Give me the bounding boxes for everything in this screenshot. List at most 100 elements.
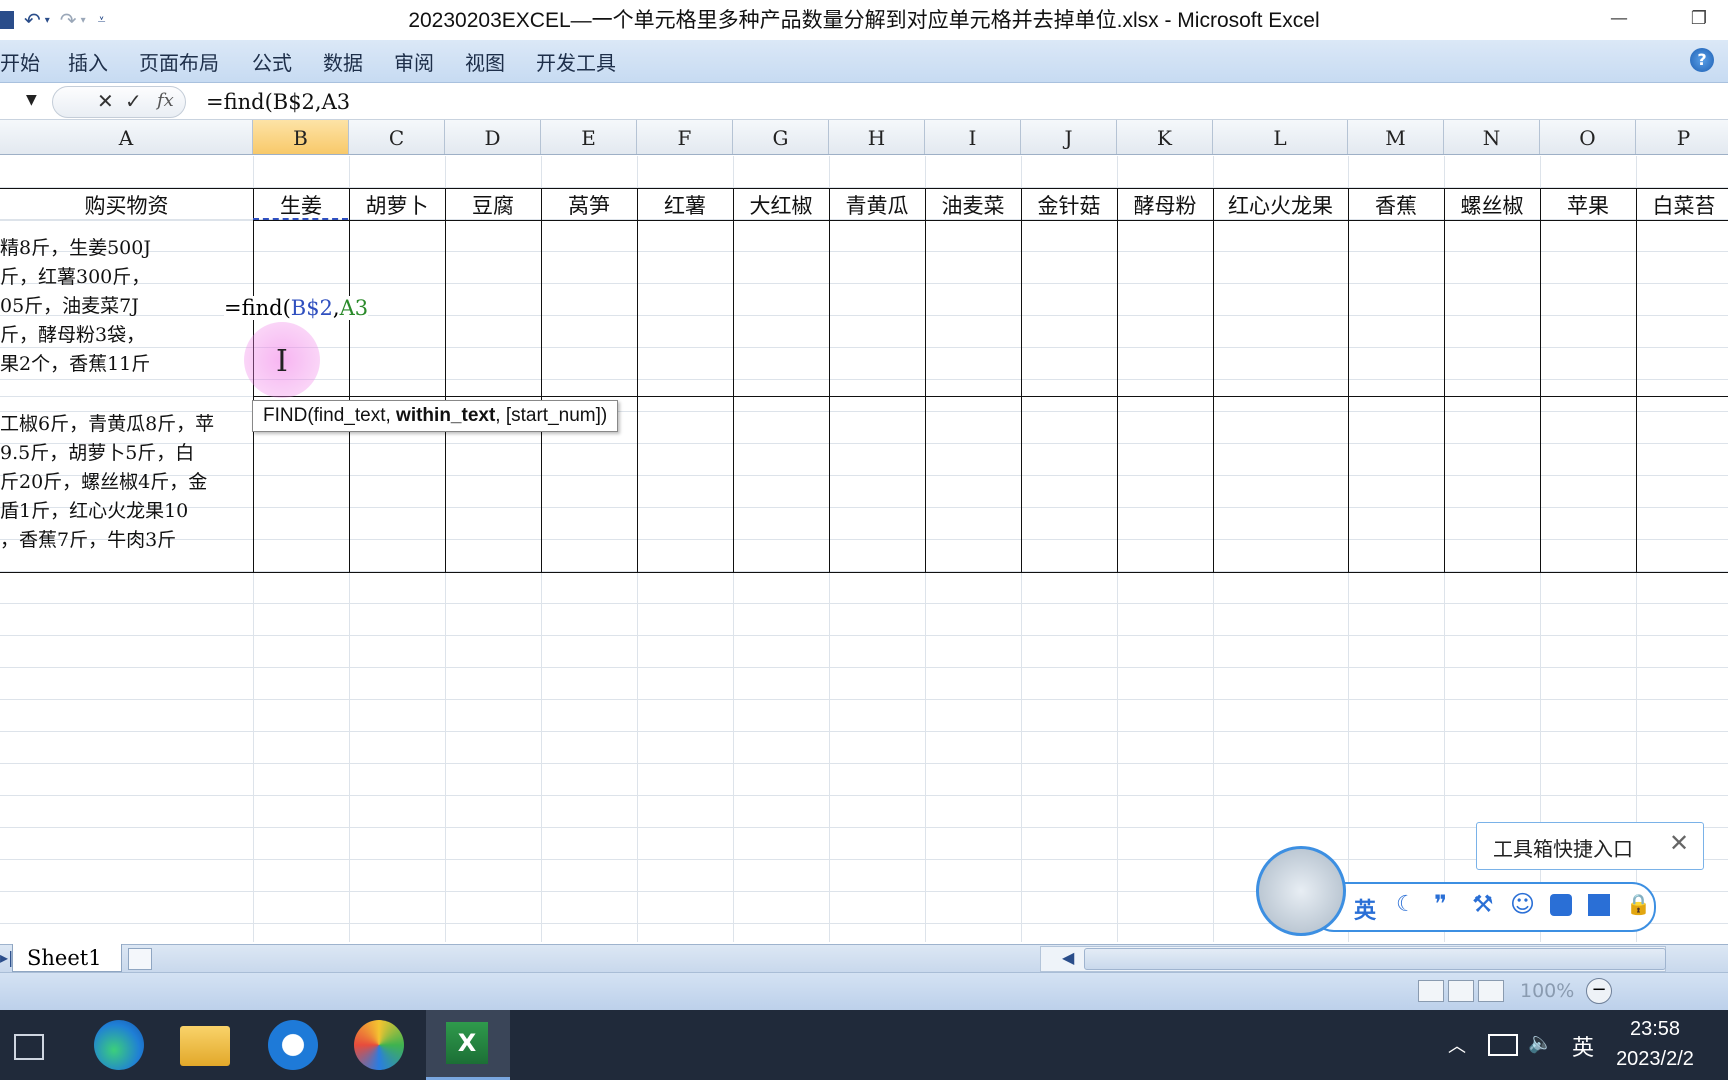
gridline: [0, 635, 1728, 636]
cell-b3-editor[interactable]: =find(B$2,A3: [224, 296, 369, 320]
cell-n2[interactable]: 螺丝椒: [1444, 188, 1540, 222]
file-explorer-icon[interactable]: [180, 1026, 230, 1066]
ime-avatar[interactable]: [1256, 846, 1346, 936]
page-layout-view-icon[interactable]: [1448, 980, 1474, 1002]
column-header-g[interactable]: G: [733, 120, 829, 154]
tray-expand-icon[interactable]: ︿: [1448, 1032, 1466, 1058]
restore-button[interactable]: ❐: [1682, 4, 1716, 34]
cell-a4[interactable]: 工椒6斤，青黄瓜8斤，苹 9.5斤，胡萝卜5斤，白 斤20斤，螺丝椒4斤，金 盾…: [0, 410, 214, 555]
tab-insert[interactable]: 插入: [68, 40, 108, 82]
close-icon[interactable]: ✕: [1669, 829, 1689, 857]
tab-page-layout[interactable]: 页面布局: [139, 40, 219, 82]
column-header-e[interactable]: E: [541, 120, 637, 154]
table-border: [829, 188, 830, 572]
wrench-icon[interactable]: ⚒: [1472, 890, 1494, 918]
ie-icon[interactable]: [268, 1020, 318, 1070]
excel-taskbar-button[interactable]: X: [426, 1010, 510, 1080]
cell-p2[interactable]: 白菜苔: [1636, 188, 1728, 222]
function-tooltip: FIND(find_text, within_text, [start_num]…: [252, 400, 619, 432]
ime-lang-toggle[interactable]: 英: [1354, 893, 1376, 925]
minimize-button[interactable]: —: [1602, 4, 1636, 34]
help-icon[interactable]: ?: [1690, 48, 1714, 72]
tab-review[interactable]: 审阅: [394, 40, 434, 82]
cell-d2[interactable]: 豆腐: [445, 188, 541, 222]
enter-icon[interactable]: ✓: [125, 89, 142, 113]
normal-view-icon[interactable]: [1418, 980, 1444, 1002]
column-header-i[interactable]: I: [925, 120, 1021, 154]
cell-j2[interactable]: 金针菇: [1021, 188, 1117, 222]
cell-o2[interactable]: 苹果: [1540, 188, 1636, 222]
edge-icon[interactable]: [94, 1020, 144, 1070]
column-header-h[interactable]: H: [829, 120, 925, 154]
grid-menu-icon[interactable]: [1588, 894, 1610, 916]
tab-view[interactable]: 视图: [465, 40, 505, 82]
cell-a3[interactable]: 精8斤，生姜500J 斤，红薯300斤， 05斤，油麦菜7J 斤，酵母粉3袋， …: [0, 234, 151, 379]
table-border: [1636, 188, 1637, 572]
scrollbar-thumb[interactable]: [1084, 948, 1666, 970]
column-header-b[interactable]: B: [253, 120, 349, 154]
sheet-tab[interactable]: Sheet1: [12, 944, 122, 972]
name-box-dropdown-icon[interactable]: ▼: [26, 92, 37, 108]
ime-toolbox-tip[interactable]: 工具箱快捷入口 ✕: [1476, 822, 1704, 870]
cell-e2[interactable]: 莴笋: [541, 188, 637, 222]
tab-home[interactable]: 开始: [0, 40, 40, 82]
tray-ime-lang[interactable]: 英: [1572, 1030, 1594, 1062]
cell-h2[interactable]: 青黄瓜: [829, 188, 925, 222]
cell-a3-line: 斤，酵母粉3袋，: [0, 324, 146, 346]
column-header-o[interactable]: O: [1540, 120, 1636, 154]
insert-function-icon[interactable]: fx: [157, 90, 174, 111]
text-cursor-icon: I: [276, 344, 288, 379]
column-header-f[interactable]: F: [637, 120, 733, 154]
task-view-icon[interactable]: [14, 1034, 44, 1060]
cell-m2[interactable]: 香蕉: [1348, 188, 1444, 222]
column-header-m[interactable]: M: [1348, 120, 1444, 154]
scroll-left-icon[interactable]: ◀: [1062, 948, 1074, 967]
table-border: [637, 188, 638, 572]
gridline: [0, 763, 1728, 764]
tab-developer[interactable]: 开发工具: [536, 40, 616, 82]
lock-icon[interactable]: 🔒: [1626, 892, 1651, 916]
table-border: [1213, 188, 1214, 572]
column-header-k[interactable]: K: [1117, 120, 1213, 154]
editor-prefix: =find(: [224, 296, 291, 320]
cell-l2[interactable]: 红心火龙果: [1213, 188, 1348, 222]
column-header-l[interactable]: L: [1213, 120, 1348, 154]
table-border: [1117, 188, 1118, 572]
table-border: [1444, 188, 1445, 572]
moon-icon[interactable]: ☾: [1396, 892, 1416, 917]
cell-c2[interactable]: 胡萝卜: [349, 188, 445, 222]
tab-formulas[interactable]: 公式: [252, 40, 292, 82]
column-header-c[interactable]: C: [349, 120, 445, 154]
column-header-p[interactable]: P: [1636, 120, 1728, 154]
cell-f2[interactable]: 红薯: [637, 188, 733, 222]
column-header-d[interactable]: D: [445, 120, 541, 154]
browser-icon[interactable]: [354, 1020, 404, 1070]
skin-icon[interactable]: [1550, 894, 1572, 916]
column-header-n[interactable]: N: [1444, 120, 1540, 154]
cancel-icon[interactable]: ✕: [97, 89, 114, 113]
network-icon[interactable]: [1488, 1034, 1518, 1056]
table-border: [541, 188, 542, 572]
cell-i2[interactable]: 油麦菜: [925, 188, 1021, 222]
emoji-icon[interactable]: ☺: [1510, 890, 1535, 918]
zoom-level[interactable]: 100%: [1520, 980, 1574, 1002]
insert-sheet-icon[interactable]: [128, 948, 152, 970]
tab-data[interactable]: 数据: [323, 40, 363, 82]
table-border: [1540, 188, 1541, 572]
column-header-j[interactable]: J: [1021, 120, 1117, 154]
formula-input[interactable]: =find(B$2,A3: [206, 86, 350, 116]
table-border: [1348, 188, 1349, 572]
zoom-out-icon[interactable]: −: [1586, 978, 1612, 1004]
column-header-a[interactable]: A: [0, 120, 253, 154]
page-break-view-icon[interactable]: [1478, 980, 1504, 1002]
table-border: [733, 188, 734, 572]
cell-k2[interactable]: 酵母粉: [1117, 188, 1213, 222]
cell-a2[interactable]: 购买物资: [0, 188, 253, 222]
clock-time[interactable]: 23:58: [1600, 1018, 1710, 1041]
punctuation-icon[interactable]: ❞: [1434, 890, 1447, 918]
table-border: [253, 396, 1728, 397]
clock-date[interactable]: 2023/2/2: [1600, 1048, 1710, 1071]
volume-icon[interactable]: 🔈: [1528, 1030, 1553, 1054]
cell-g2[interactable]: 大红椒: [733, 188, 829, 222]
gridline: [0, 507, 1728, 508]
